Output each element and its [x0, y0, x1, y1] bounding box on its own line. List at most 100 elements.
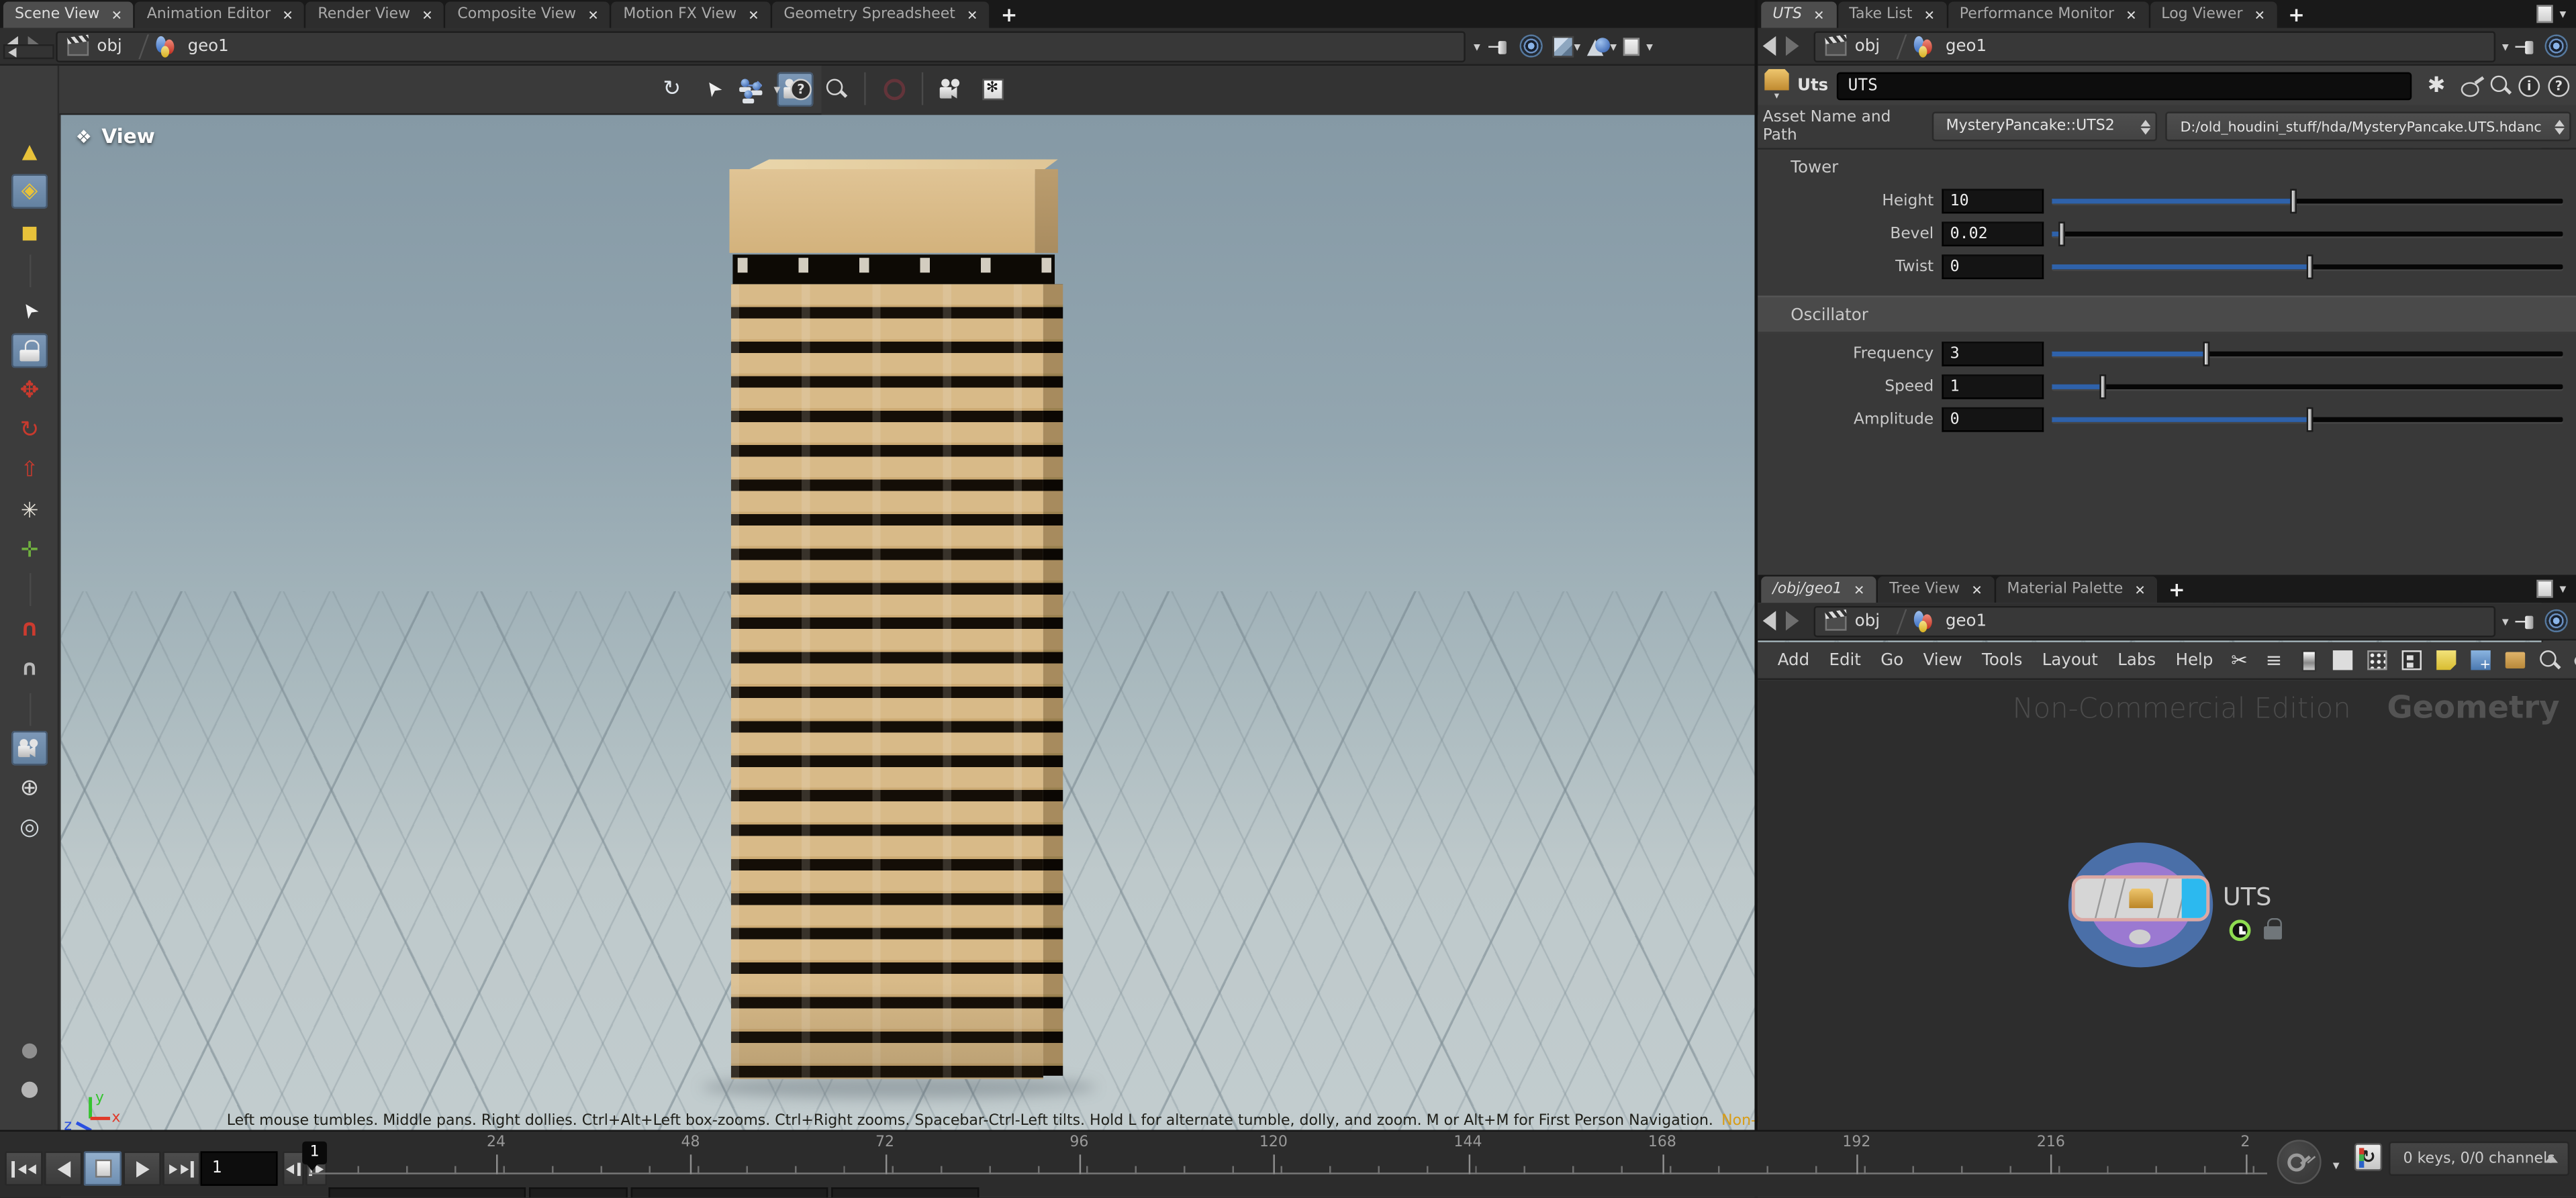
menu-go[interactable]: Go [1871, 651, 1913, 669]
bevel-slider[interactable] [2052, 221, 2566, 246]
path-dropdown-caret-icon[interactable]: ▾ [1474, 39, 1480, 54]
background-image-icon[interactable]: + [2468, 648, 2494, 672]
pane-menu-caret-icon[interactable]: ▾ [2559, 7, 2566, 21]
menu-help[interactable]: Help [2166, 651, 2223, 669]
tree-hierarchy-icon[interactable]: ≡ [2260, 648, 2287, 672]
lens-tool-icon[interactable]: ◎ [11, 811, 48, 846]
twist-input[interactable]: 0 [1942, 254, 2044, 279]
breadcrumb-node[interactable]: geo1 [1946, 37, 1987, 55]
snip-wire-icon[interactable]: ✂ [2226, 648, 2252, 672]
info-circle-icon[interactable]: i [2518, 74, 2540, 96]
multi-snap-icon[interactable]: ∩ [11, 652, 48, 687]
amplitude-input[interactable]: 0 [1942, 407, 2044, 432]
back-arrow-icon[interactable] [1763, 611, 1776, 630]
asset-path-select[interactable]: D:/old_houdini_stuff/hda/MysteryPancake.… [2166, 111, 2571, 141]
node-display-flag[interactable] [2182, 879, 2207, 918]
pane-menu-caret-icon[interactable]: ▾ [2559, 581, 2566, 596]
slider-handle[interactable] [2305, 254, 2312, 279]
slider-handle[interactable] [2203, 341, 2209, 366]
close-tab-icon[interactable]: ✕ [748, 7, 759, 22]
amplitude-slider[interactable] [2052, 407, 2566, 432]
speed-slider[interactable] [2052, 374, 2566, 399]
close-tab-icon[interactable]: ✕ [422, 7, 432, 22]
view-tool-icon[interactable]: ↻ [654, 72, 690, 107]
render-region-icon[interactable] [875, 72, 912, 107]
spinner-icon[interactable] [2134, 119, 2150, 134]
breadcrumb-root[interactable]: obj [1855, 612, 1880, 630]
back-arrow-icon[interactable] [1763, 36, 1776, 56]
frying-pan-icon[interactable] [2461, 74, 2483, 96]
create-box-tool-icon[interactable]: ■ [11, 215, 48, 249]
pane-maximize-icon[interactable] [2536, 5, 2553, 23]
path-dropdown-caret-icon[interactable]: ▾ [2502, 39, 2509, 54]
paint-tool-icon[interactable]: ● [11, 1033, 48, 1067]
pane-maximize-icon[interactable] [2536, 580, 2553, 598]
select-objects-icon[interactable]: ➤ [695, 72, 731, 107]
geometry-filter-icon[interactable] [1553, 36, 1574, 57]
color-palette-icon[interactable] [2330, 648, 2356, 672]
playhead[interactable]: 1 [302, 1142, 327, 1164]
primitive-types-icon[interactable] [1587, 36, 1610, 57]
toolbar-collapse-button[interactable] [3, 44, 54, 59]
link-radar-icon[interactable] [2545, 34, 2568, 57]
twist-slider[interactable] [2052, 254, 2566, 279]
pin-pane-icon[interactable] [1488, 36, 1510, 57]
bevel-input[interactable]: 0.02 [1942, 221, 2044, 246]
tab-uts[interactable]: UTS✕ [1761, 1, 1835, 28]
frequency-input[interactable]: 3 [1942, 341, 2044, 366]
node-output-connector[interactable] [2129, 930, 2150, 944]
node-type-icon-wrap[interactable]: ▾ [1764, 69, 1789, 102]
breadcrumb-node[interactable]: geo1 [188, 37, 229, 55]
close-tab-icon[interactable]: ✕ [967, 7, 977, 22]
spinner-icon[interactable] [2548, 119, 2564, 134]
rotate-tool-icon[interactable]: ↻ [11, 413, 48, 448]
jump-to-start-button[interactable] [5, 1151, 42, 1185]
secure-selection-icon[interactable] [11, 334, 48, 368]
layout-panes-icon[interactable] [2399, 648, 2425, 672]
scale-tool-icon[interactable]: ⇧ [11, 454, 48, 488]
menu-add[interactable]: Add [1768, 651, 1819, 669]
menu-edit[interactable]: Edit [1819, 651, 1871, 669]
frequency-slider[interactable] [2052, 341, 2566, 366]
slider-handle[interactable] [2305, 407, 2312, 432]
jump-to-end-button[interactable] [162, 1151, 200, 1185]
close-tab-icon[interactable]: ✕ [2254, 7, 2265, 22]
close-tab-icon[interactable]: ✕ [2134, 582, 2145, 597]
new-tab-button[interactable]: + [2279, 1, 2315, 28]
swatches-icon[interactable] [2365, 648, 2391, 672]
translate-tool-icon[interactable]: ✥ [11, 374, 48, 408]
play-button[interactable] [124, 1151, 161, 1185]
zoom-box-icon[interactable] [818, 72, 855, 107]
forward-arrow-icon[interactable] [1786, 611, 1799, 630]
jack-tool-icon[interactable]: ✳ [11, 494, 48, 528]
digital-asset-icon[interactable] [2502, 648, 2528, 672]
node-name-field[interactable]: UTS [1836, 71, 2412, 99]
breadcrumb-root[interactable]: obj [1855, 37, 1880, 55]
section-title-tower[interactable]: Tower [1758, 150, 2576, 184]
pin-pane-icon[interactable] [2515, 36, 2536, 57]
tab-scene-view[interactable]: Scene View✕ [3, 1, 134, 28]
close-tab-icon[interactable]: ✕ [1854, 582, 1864, 597]
display-filter-icon[interactable] [1623, 37, 1639, 55]
close-tab-icon[interactable]: ✕ [587, 7, 598, 22]
slider-handle[interactable] [2290, 188, 2297, 213]
close-tab-icon[interactable]: ✕ [282, 7, 293, 22]
tab--obj-geo1[interactable]: /obj/geo1✕ [1761, 577, 1876, 603]
close-tab-icon[interactable]: ✕ [111, 7, 122, 22]
link-radar-icon[interactable] [1520, 34, 1543, 57]
sphere-display-icon[interactable]: ● [11, 1072, 48, 1107]
height-slider[interactable] [2052, 188, 2566, 213]
display-options-icon[interactable]: ✻ [974, 72, 1010, 107]
flipbook-icon[interactable] [933, 72, 969, 107]
tab-geometry-spreadsheet[interactable]: Geometry Spreadsheet✕ [772, 1, 989, 28]
menu-view[interactable]: View [1913, 651, 1972, 669]
forward-arrow-icon[interactable] [1786, 36, 1799, 56]
breadcrumb-node[interactable]: geo1 [1946, 612, 1987, 630]
timeline-ruler[interactable]: 1 244872961201441681922162 [309, 1135, 2267, 1178]
path-dropdown-caret-icon[interactable]: ▾ [2502, 613, 2509, 628]
tab-animation-editor[interactable]: Animation Editor✕ [136, 1, 305, 28]
create-grid-tool-icon[interactable]: ◈ [11, 174, 48, 209]
tab-render-view[interactable]: Render View✕ [306, 1, 444, 28]
snap-magnet-icon[interactable]: ∩ [11, 613, 48, 647]
close-tab-icon[interactable]: ✕ [2126, 7, 2136, 22]
